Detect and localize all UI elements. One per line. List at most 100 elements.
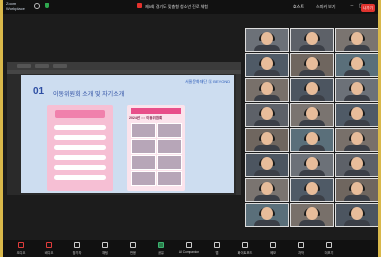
participant-video-tile[interactable] [335, 153, 378, 177]
participant-body [254, 220, 280, 226]
apps-icon [214, 242, 220, 248]
participant-face [306, 81, 318, 95]
toolbar-notes-button[interactable]: 메모 [259, 242, 287, 255]
participant-video-tile[interactable] [335, 78, 378, 102]
participants-icon [74, 242, 80, 248]
toolbar-video-button[interactable]: 비디오 [35, 242, 63, 255]
recording-icon [137, 3, 142, 8]
poster-text-bar [54, 175, 106, 180]
toolbar-captions-button[interactable]: 자막 [287, 242, 315, 255]
meeting-toolbar: 오디오 비디오 참가자 채팅 반응 공유 AI Companion 앱 화이트보드 메모 자막 더보기 [3, 240, 378, 257]
participant-face [306, 106, 318, 120]
poster-text-bar [54, 145, 106, 150]
participant-body [344, 70, 370, 76]
participant-video-tile[interactable] [290, 103, 334, 127]
poster-text-bar [54, 135, 106, 140]
participant-body [344, 195, 370, 201]
participant-video-tile[interactable] [290, 28, 334, 52]
participant-video-tile[interactable] [245, 103, 289, 127]
participant-body [254, 145, 280, 151]
toolbar-apps-button[interactable]: 앱 [203, 242, 231, 255]
participant-body [299, 170, 325, 176]
poster-photo [157, 139, 182, 154]
participant-video-tile[interactable] [335, 103, 378, 127]
poster-photo [131, 171, 156, 186]
toolbar-label: 채팅 [102, 251, 108, 255]
participant-body [344, 95, 370, 101]
poster-text-bar [54, 165, 106, 170]
meeting-title: 제5회 경기도 맞춤형 청소년 진로 체험 [145, 3, 208, 9]
participant-gallery [245, 28, 378, 228]
toolbar-label: AI Companion [178, 250, 200, 254]
participant-video-tile[interactable] [335, 28, 378, 52]
slide-title: 이동위원회 소개 및 자기소개 [53, 92, 125, 98]
poster-photo [131, 123, 156, 138]
participant-video-tile[interactable] [290, 203, 334, 227]
toolbar-share-button[interactable]: 공유 [147, 242, 175, 255]
participant-video-tile[interactable] [335, 203, 378, 227]
poster-photo [131, 139, 156, 154]
poster-text-bar [54, 155, 106, 160]
participant-body [344, 220, 370, 226]
participant-body [344, 145, 370, 151]
info-icon[interactable] [34, 3, 40, 9]
ppt-tab[interactable] [17, 64, 31, 68]
presentation-ribbon [7, 70, 241, 74]
share-icon [158, 242, 164, 248]
participant-video-tile[interactable] [290, 153, 334, 177]
whiteboard-icon [242, 242, 248, 248]
participant-face [261, 206, 273, 220]
participant-video-tile[interactable] [290, 53, 334, 77]
presentation-titlebar [7, 62, 241, 70]
participant-video-tile[interactable] [245, 128, 289, 152]
participant-face [261, 131, 273, 145]
participant-face [306, 131, 318, 145]
participant-body [254, 195, 280, 201]
participant-face [351, 206, 363, 220]
participant-video-tile[interactable] [290, 78, 334, 102]
toolbar-heart-button[interactable]: 반응 [119, 242, 147, 255]
participant-body [299, 120, 325, 126]
participant-face [306, 31, 318, 45]
participant-body [299, 70, 325, 76]
participant-video-tile[interactable] [335, 178, 378, 202]
participant-video-tile[interactable] [245, 203, 289, 227]
participant-face [351, 156, 363, 170]
toolbar-mic-button[interactable]: 오디오 [7, 242, 35, 255]
toolbar-label: 오디오 [16, 251, 26, 255]
participant-body [254, 70, 280, 76]
participant-face [261, 181, 273, 195]
participant-video-tile[interactable] [245, 78, 289, 102]
participant-face [306, 206, 318, 220]
participant-video-tile[interactable] [335, 53, 378, 77]
poster-text-bar [54, 125, 106, 130]
video-icon [46, 242, 52, 248]
participant-video-tile[interactable] [245, 153, 289, 177]
participant-video-tile[interactable] [245, 28, 289, 52]
view-toggle-button[interactable]: 스피커 보기 [316, 4, 336, 10]
ppt-tab[interactable] [53, 64, 67, 68]
participant-face [306, 156, 318, 170]
participant-body [344, 170, 370, 176]
participant-body [254, 170, 280, 176]
slide: 01 이동위원회 소개 및 자기소개 2024년 ○○ 이동위원회 서울문화재단… [21, 75, 234, 193]
participant-video-tile[interactable] [335, 128, 378, 152]
poster-right: 2024년 ○○ 이동위원회 [127, 105, 185, 191]
participant-video-tile[interactable] [290, 178, 334, 202]
toolbar-whiteboard-button[interactable]: 화이트보드 [231, 242, 259, 255]
toolbar-more-button[interactable]: 더보기 [315, 242, 343, 255]
participant-body [344, 120, 370, 126]
toolbar-participants-button[interactable]: 참가자 [63, 242, 91, 255]
toolbar-chat-button[interactable]: 채팅 [91, 242, 119, 255]
participant-face [351, 131, 363, 145]
participant-video-tile[interactable] [245, 178, 289, 202]
participant-video-tile[interactable] [290, 128, 334, 152]
leave-button[interactable]: 나가기 [361, 4, 375, 12]
participant-video-tile[interactable] [245, 53, 289, 77]
toolbar-ai-companion-button[interactable]: AI Companion [175, 242, 203, 254]
security-shield-icon[interactable] [45, 3, 49, 8]
toolbar-label: 메모 [270, 251, 276, 255]
participant-body [299, 95, 325, 101]
participant-face [261, 31, 273, 45]
ppt-tab[interactable] [35, 64, 49, 68]
